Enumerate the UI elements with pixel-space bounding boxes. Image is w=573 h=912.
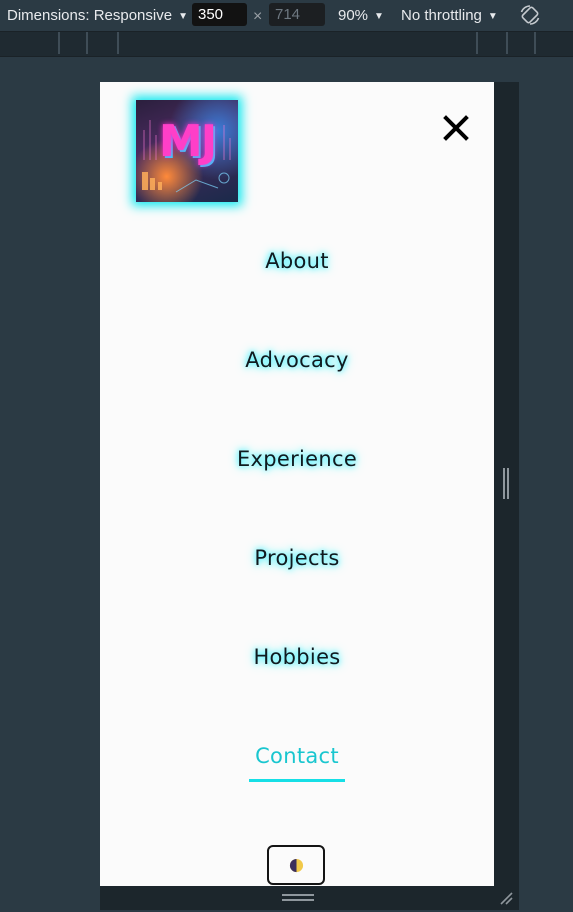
close-icon[interactable]: [443, 115, 469, 141]
zoom-label: 90%: [338, 7, 369, 24]
throttling-label: No throttling: [401, 7, 482, 24]
dimension-separator: ×: [253, 8, 263, 25]
media-query-bar: [0, 31, 573, 57]
ruler-tick: [117, 32, 119, 54]
handle-line: [282, 894, 314, 896]
nav-link-projects[interactable]: Projects: [100, 546, 494, 570]
logo-monogram: MJ: [158, 116, 217, 167]
ruler-tick: [86, 32, 88, 54]
ruler-tick: [58, 32, 60, 54]
chevron-down-icon: ▼: [178, 11, 188, 22]
dimensions-label: Dimensions: Responsive: [7, 7, 173, 24]
handle-line: [507, 468, 509, 499]
nav-link-contact[interactable]: Contact: [100, 744, 494, 768]
height-input[interactable]: 714: [269, 3, 325, 26]
nav-link-about[interactable]: About: [100, 249, 494, 273]
rotate-icon[interactable]: [518, 3, 542, 27]
half-moon-contrast-icon: [289, 858, 304, 873]
active-link-underline: [249, 779, 345, 782]
chevron-down-icon: ▼: [374, 11, 384, 22]
width-resize-handle[interactable]: [503, 468, 509, 499]
corner-resize-grip-icon[interactable]: [498, 890, 514, 906]
devtools-device-toolbar: Dimensions: Responsive ▼ 350 × 714 90% ▼ N…: [0, 0, 573, 31]
nav-link-experience[interactable]: Experience: [100, 447, 494, 471]
zoom-dropdown[interactable]: 90% ▼: [338, 0, 384, 31]
site-logo[interactable]: MJ: [136, 100, 238, 202]
handle-line: [503, 468, 505, 499]
handle-line: [282, 899, 314, 901]
theme-toggle-button[interactable]: [267, 845, 325, 885]
ruler-tick: [506, 32, 508, 54]
dimensions-dropdown[interactable]: Dimensions: Responsive ▼: [7, 0, 188, 31]
device-viewport: MJ About Advocacy Experience Projects Ho…: [100, 82, 494, 886]
chevron-down-icon: ▼: [487, 11, 498, 22]
throttling-dropdown[interactable]: No throttling ▼: [401, 0, 498, 31]
width-input[interactable]: 350: [192, 3, 247, 26]
ruler-tick: [476, 32, 478, 54]
height-resize-handle[interactable]: [282, 894, 314, 901]
ruler-tick: [534, 32, 536, 54]
nav-link-advocacy[interactable]: Advocacy: [100, 348, 494, 372]
nav-link-hobbies[interactable]: Hobbies: [100, 645, 494, 669]
